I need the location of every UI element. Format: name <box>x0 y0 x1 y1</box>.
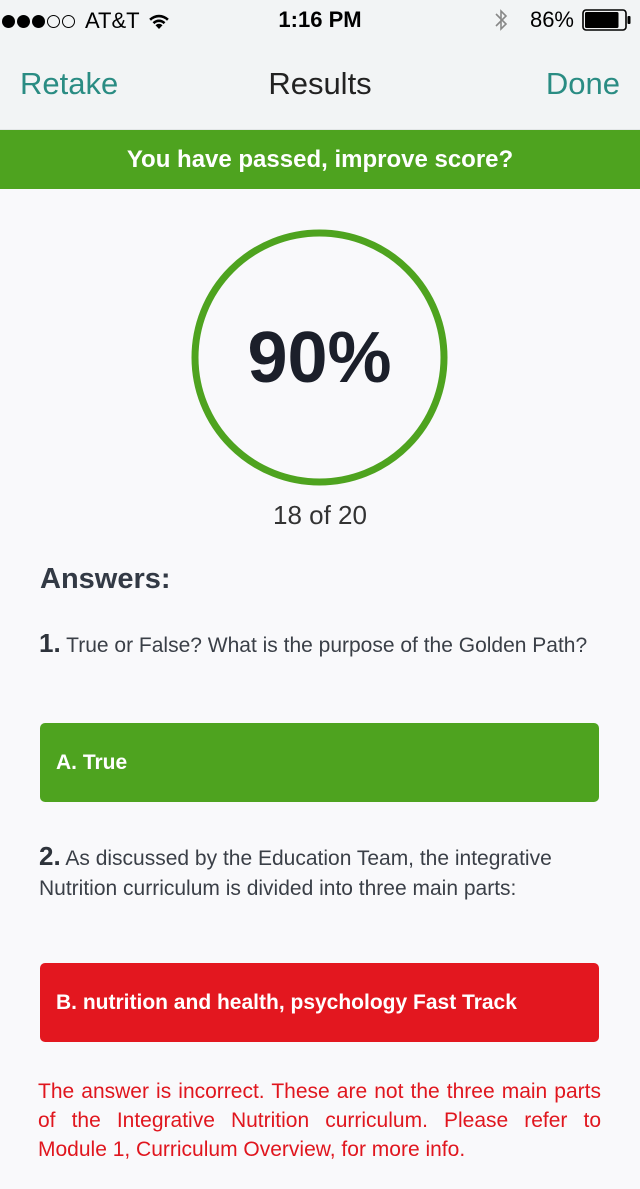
bluetooth-icon <box>495 9 508 31</box>
answer-2-incorrect[interactable]: B. nutrition and health, psychology Fast… <box>40 963 599 1042</box>
incorrect-feedback: The answer is incorrect. These are not t… <box>38 1080 601 1161</box>
navigation-bar: Retake Results Done <box>0 40 640 130</box>
question-text: As discussed by the Education Team, the … <box>39 847 552 900</box>
battery-percent: 86% <box>529 7 574 32</box>
status-right: 86% <box>494 7 632 33</box>
question-number: 1. <box>39 628 61 658</box>
question-2: 2. As discussed by the Education Team, t… <box>39 841 604 904</box>
score-percent: 90% <box>247 317 392 398</box>
question-number: 2. <box>39 841 61 871</box>
answers-heading: Answers: <box>40 563 171 595</box>
score-summary: 18 of 20 <box>273 500 367 530</box>
page-title: Results <box>268 66 372 101</box>
done-button[interactable]: Done <box>546 66 620 102</box>
battery-icon <box>582 9 631 31</box>
answer-1-correct[interactable]: A. True <box>40 723 599 802</box>
improve-score-banner[interactable]: You have passed, improve score? <box>0 130 640 189</box>
question-text: True or False? What is the purpose of th… <box>66 634 588 657</box>
status-bar: AT&T 1:16 PM 86% <box>0 0 640 40</box>
question-1: 1. True or False? What is the purpose of… <box>39 628 604 661</box>
